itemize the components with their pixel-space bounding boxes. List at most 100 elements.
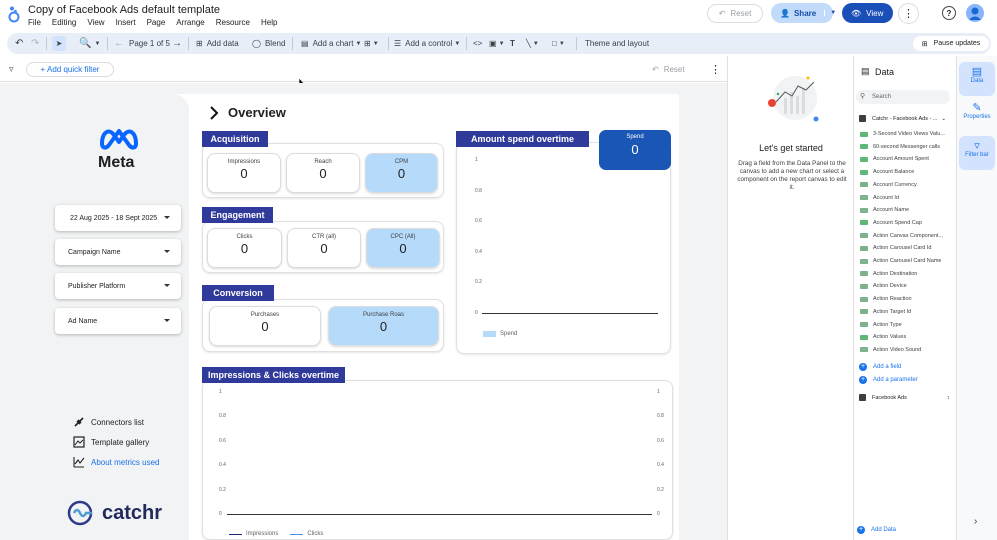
redo-icon[interactable]: ↷ xyxy=(31,33,39,54)
pause-updates-button[interactable]: ⊞ Pause updates xyxy=(913,36,989,51)
date-range-control[interactable]: 22 Aug 2025 - 18 Sept 2025 xyxy=(55,205,181,231)
add-control-button[interactable]: ☰ Add a control ▼ xyxy=(394,33,460,54)
data-source-catchr[interactable]: Catchr - Facebook Ads - ... ⌄ xyxy=(859,115,946,122)
gallery-icon xyxy=(73,436,85,448)
connectors-list-link[interactable]: Connectors list xyxy=(73,416,144,428)
impressions-clicks-chart[interactable] xyxy=(202,380,673,540)
chevron-down-icon xyxy=(164,284,170,287)
field-item[interactable]: Action Destination xyxy=(860,271,917,277)
number-field-icon xyxy=(860,169,868,175)
view-button[interactable]: 👁 View xyxy=(842,3,893,23)
community-viz-icon[interactable]: ⊞ ▼ xyxy=(364,33,379,54)
field-item[interactable]: Action Target Id xyxy=(860,309,911,315)
filter-icon[interactable]: ▿ xyxy=(9,64,14,75)
tab-data[interactable]: ▤ Data xyxy=(959,62,995,96)
engagement-header: Engagement xyxy=(202,207,273,223)
zoom-icon[interactable]: 🔍 ▼ xyxy=(79,33,100,54)
tab-filter-bar[interactable]: ▿ Filter bar xyxy=(959,136,995,170)
help-icon[interactable]: ? xyxy=(942,6,956,20)
number-field-icon xyxy=(860,220,868,226)
cpm-scorecard[interactable]: CPM 0 xyxy=(365,153,438,193)
reset-button[interactable]: ↶ Reset xyxy=(707,4,763,23)
add-parameter-link[interactable]: + Add a parameter xyxy=(859,376,918,384)
previous-page-icon[interactable]: ← xyxy=(114,33,124,54)
menu-view[interactable]: View xyxy=(87,18,104,27)
blend-button[interactable]: ◯ Blend xyxy=(252,33,285,54)
menu-insert[interactable]: Insert xyxy=(116,18,136,27)
side-tabs: ▤ Data ✎ Properties ▿ Filter bar › xyxy=(956,56,997,540)
menu-file[interactable]: File xyxy=(28,18,41,27)
filter-more-icon[interactable]: ⋮ xyxy=(710,63,721,76)
expand-icon[interactable]: ↕ xyxy=(947,395,950,401)
menu-arrange[interactable]: Arrange xyxy=(176,18,204,27)
field-item[interactable]: 3-Second Video Views Valu... xyxy=(860,131,945,137)
menu-resource[interactable]: Resource xyxy=(216,18,250,27)
field-item[interactable]: Action Carousel Card Name xyxy=(860,258,941,264)
field-item[interactable]: Action Type xyxy=(860,322,902,328)
ctr-scorecard[interactable]: CTR (all) 0 xyxy=(287,228,361,268)
purchase-roas-scorecard[interactable]: Purchase Roas 0 xyxy=(328,306,439,346)
spend-scorecard[interactable]: Spend 0 xyxy=(599,130,671,170)
about-metrics-link[interactable]: About metrics used xyxy=(73,456,159,468)
clicks-scorecard[interactable]: Clicks 0 xyxy=(207,228,282,268)
shape-icon[interactable]: □ ▼ xyxy=(552,33,565,54)
menu-editing[interactable]: Editing xyxy=(52,18,76,27)
impressions-legend-swatch xyxy=(229,533,242,535)
publisher-platform-filter[interactable]: Publisher Platform xyxy=(55,273,181,299)
menu-page[interactable]: Page xyxy=(147,18,166,27)
select-cursor-icon[interactable]: ➤ xyxy=(52,36,66,51)
field-item[interactable]: Account Currency xyxy=(860,182,917,188)
add-data-button[interactable]: ⊞ Add data xyxy=(196,33,239,54)
avatar[interactable] xyxy=(966,4,984,22)
impressions-scorecard[interactable]: Impressions 0 xyxy=(207,153,281,193)
tab-properties[interactable]: ✎ Properties xyxy=(959,98,995,132)
more-options-icon[interactable]: ⋮ xyxy=(898,3,919,24)
data-search-input[interactable]: ⚲ Search xyxy=(856,90,950,104)
text-icon[interactable]: T xyxy=(510,33,515,54)
field-item[interactable]: 60-second Messenger calls xyxy=(860,144,940,150)
plus-icon: + xyxy=(859,376,867,384)
looker-studio-logo-icon[interactable] xyxy=(7,5,21,23)
next-page-icon[interactable]: → xyxy=(172,33,182,54)
share-button[interactable]: 👤 Share ▼ xyxy=(771,3,836,23)
collapse-icon[interactable]: ⌄ xyxy=(941,116,946,122)
field-item[interactable]: Action Carousel Card Id xyxy=(860,245,931,251)
add-quick-filter-button[interactable]: + Add quick filter xyxy=(26,62,114,77)
field-item[interactable]: Action Reaction xyxy=(860,296,912,302)
theme-layout-button[interactable]: Theme and layout xyxy=(585,33,649,54)
field-item[interactable]: Account Amount Spent xyxy=(860,156,929,162)
data-source-facebook-ads[interactable]: Facebook Ads ↕ xyxy=(859,394,950,401)
field-item[interactable]: Account Name xyxy=(860,207,909,213)
field-item[interactable]: Action Video Sound xyxy=(860,347,921,353)
undo-icon[interactable]: ↶ xyxy=(15,33,23,54)
add-field-link[interactable]: + Add a field xyxy=(859,363,901,371)
spend-y-tick-label: 0.2 xyxy=(475,279,482,286)
field-item[interactable]: Account Balance xyxy=(860,169,914,175)
chart-icon: ▤ xyxy=(301,39,309,48)
embed-code-icon[interactable]: <> xyxy=(473,33,482,54)
image-icon[interactable]: ▣ ▼ xyxy=(489,33,505,54)
reach-scorecard[interactable]: Reach 0 xyxy=(286,153,360,193)
field-item[interactable]: Action Values xyxy=(860,334,906,340)
document-title[interactable]: Copy of Facebook Ads default template xyxy=(28,4,220,16)
template-gallery-link[interactable]: Template gallery xyxy=(73,436,149,448)
filter-reset-button[interactable]: ↶ Reset xyxy=(652,62,698,77)
menu-help[interactable]: Help xyxy=(261,18,277,27)
expand-panel-icon[interactable]: › xyxy=(974,516,977,527)
cpc-scorecard[interactable]: CPC (All) 0 xyxy=(366,228,440,268)
ad-name-filter[interactable]: Ad Name xyxy=(55,308,181,334)
purchases-scorecard[interactable]: Purchases 0 xyxy=(209,306,321,346)
share-dropdown-icon[interactable]: ▼ xyxy=(824,10,836,16)
impressions-clicks-chart-title: Impressions & Clicks overtime xyxy=(202,367,345,383)
amount-spend-chart[interactable] xyxy=(456,142,671,354)
line-icon[interactable]: ╲ ▼ xyxy=(526,33,539,54)
add-chart-button[interactable]: ▤ Add a chart ▼ xyxy=(301,33,361,54)
text-field-icon xyxy=(860,322,868,327)
add-data-link[interactable]: + Add Data xyxy=(857,526,896,534)
field-item[interactable]: Account Id xyxy=(860,195,899,201)
field-item[interactable]: Action Canvas Component... xyxy=(860,233,943,239)
field-item[interactable]: Action Device xyxy=(860,283,907,289)
field-item[interactable]: Account Spend Cap xyxy=(860,220,922,226)
page-indicator[interactable]: Page 1 of 5 xyxy=(129,33,170,54)
campaign-name-filter[interactable]: Campaign Name xyxy=(55,239,181,265)
